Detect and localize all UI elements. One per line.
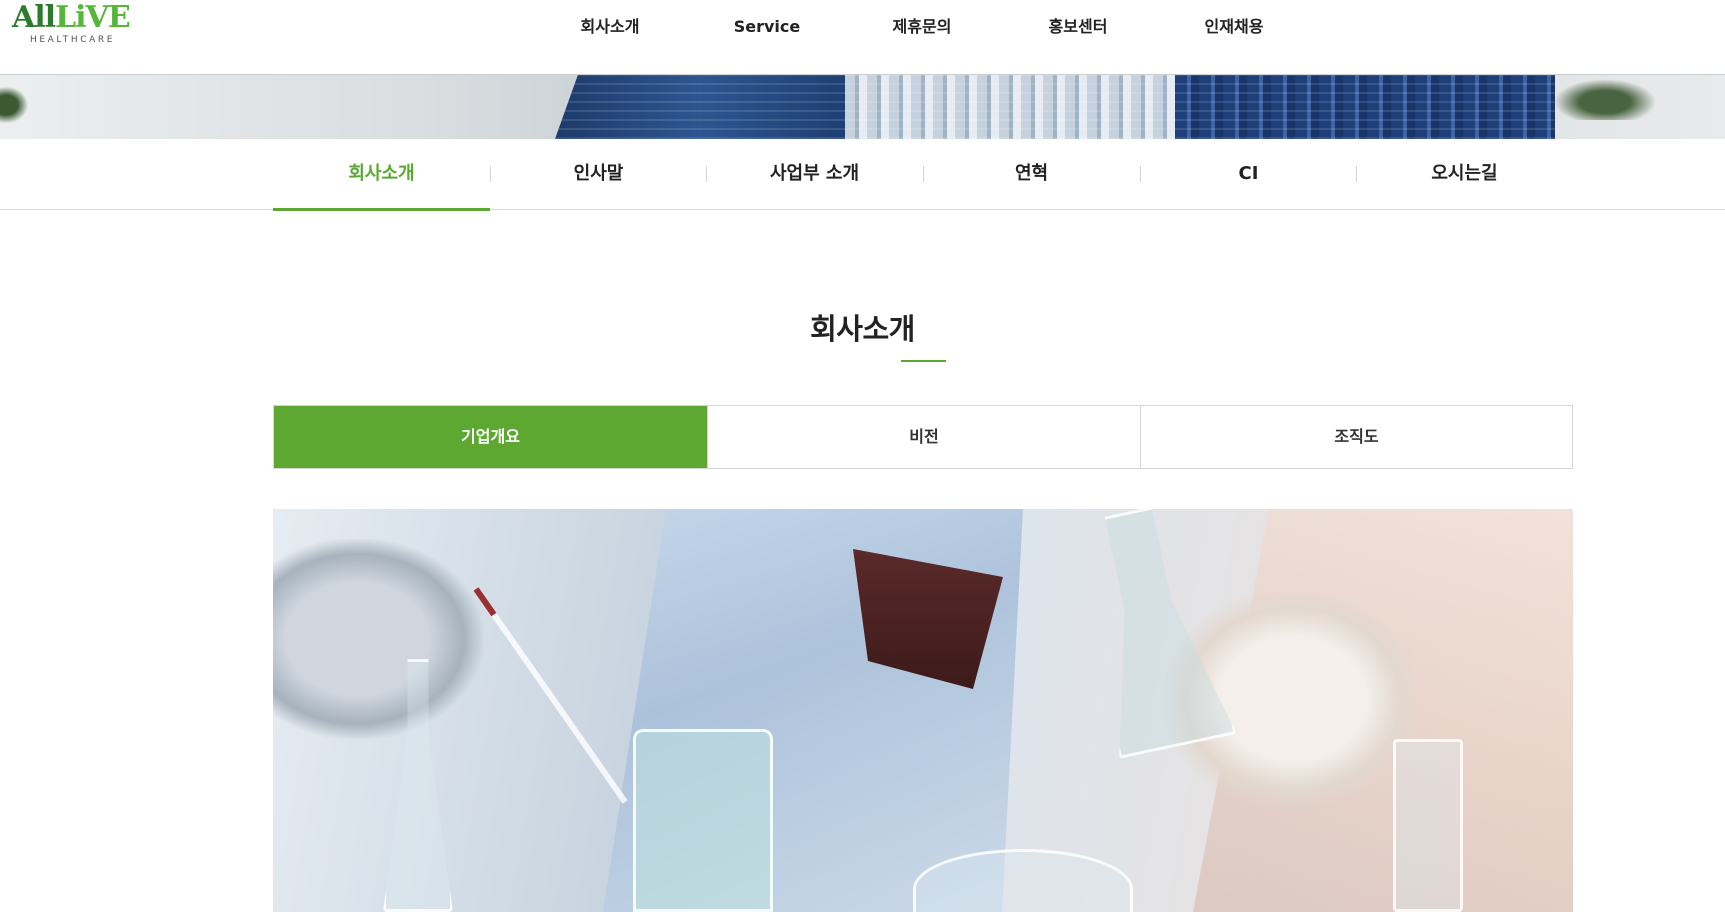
hero-building bbox=[845, 75, 1175, 139]
sub-nav-item-ci[interactable]: CI bbox=[1140, 139, 1357, 210]
photo-glove bbox=[273, 539, 483, 739]
hero-building bbox=[555, 75, 845, 139]
hero-banner bbox=[0, 74, 1725, 139]
photo-beaker bbox=[633, 729, 773, 912]
tab-vision[interactable]: 비전 bbox=[707, 406, 1140, 468]
gnb-item-recruit[interactable]: 인재채용 bbox=[1174, 14, 1294, 40]
gnb-item-company[interactable]: 회사소개 bbox=[550, 14, 670, 40]
tab-org-chart[interactable]: 조직도 bbox=[1140, 406, 1572, 468]
site-header: AllLiVE HEALTHCARE 회사소개 Service 제휴문의 홍보센… bbox=[0, 0, 1725, 74]
gnb-item-partnership[interactable]: 제휴문의 bbox=[862, 14, 982, 40]
title-underline bbox=[901, 360, 946, 362]
tab-overview[interactable]: 기업개요 bbox=[274, 406, 707, 468]
sub-nav-item-business[interactable]: 사업부 소개 bbox=[706, 139, 923, 210]
sub-nav-item-history[interactable]: 연혁 bbox=[923, 139, 1140, 210]
page-title: 회사소개 bbox=[810, 312, 915, 346]
sub-nav-item-directions[interactable]: 오시는길 bbox=[1356, 139, 1573, 210]
hero-leaf bbox=[0, 85, 30, 125]
gnb-item-pr-center[interactable]: 홍보센터 bbox=[1018, 14, 1138, 40]
hero-building bbox=[1175, 75, 1555, 139]
sub-nav-item-greeting[interactable]: 인사말 bbox=[490, 139, 707, 210]
sub-nav: 회사소개 인사말 사업부 소개 연혁 CI 오시는길 bbox=[0, 139, 1725, 211]
content-tabs: 기업개요 비전 조직도 bbox=[273, 405, 1573, 469]
global-nav: 회사소개 Service 제휴문의 홍보센터 인재채용 bbox=[0, 0, 1725, 54]
photo-pipette bbox=[473, 587, 628, 804]
sub-nav-item-company[interactable]: 회사소개 bbox=[273, 139, 490, 211]
lab-photo bbox=[273, 509, 1573, 912]
photo-test-tube bbox=[1393, 739, 1463, 912]
gnb-item-service[interactable]: Service bbox=[707, 14, 827, 40]
hero-tree bbox=[1545, 75, 1665, 120]
